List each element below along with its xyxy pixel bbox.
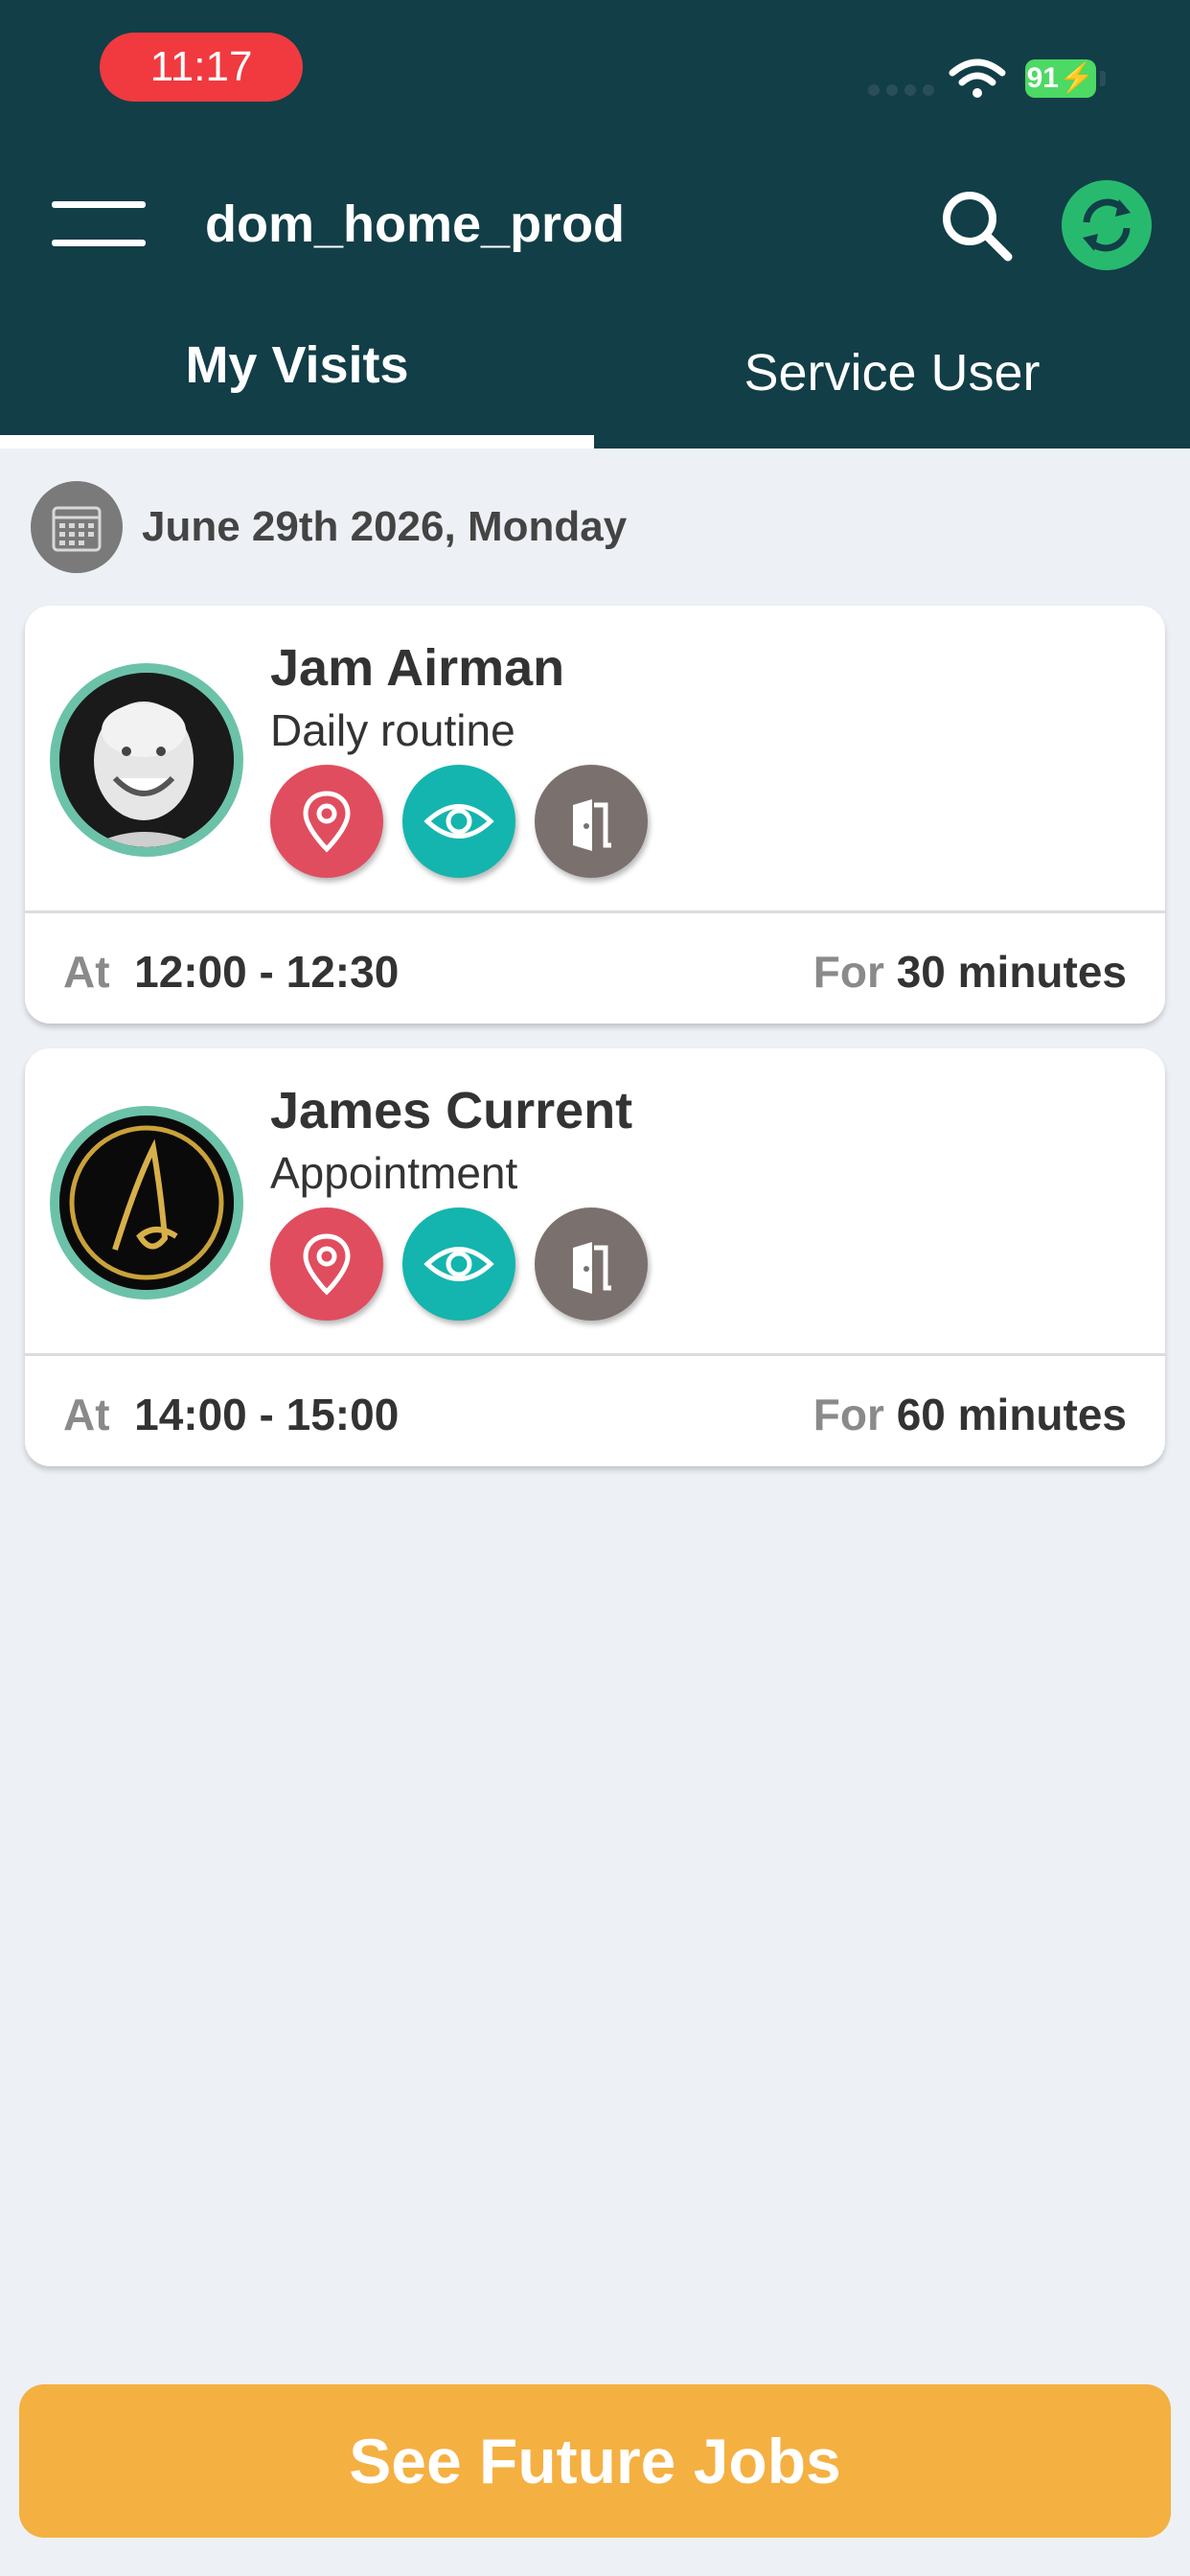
app-title: dom_home_prod — [205, 196, 626, 253]
visit-type: Appointment — [270, 1148, 518, 1198]
search-icon[interactable] — [935, 184, 1018, 266]
battery-icon: 91⚡ — [1025, 59, 1096, 98]
menu-icon[interactable] — [52, 196, 148, 253]
service-user-name: James Current — [270, 1082, 633, 1139]
duration: 60 minutes — [896, 1390, 1127, 1439]
card-divider — [25, 1353, 1165, 1356]
avatar — [50, 1106, 243, 1300]
active-tab-indicator — [0, 435, 594, 448]
signal-icon — [868, 84, 934, 96]
location-pin-icon[interactable] — [270, 1208, 383, 1321]
for-label: For — [812, 1390, 884, 1439]
tab-my-visits[interactable]: My Visits — [0, 316, 594, 448]
battery-tip — [1100, 71, 1106, 86]
battery-level: 91 — [1026, 62, 1059, 94]
duration: 30 minutes — [896, 947, 1127, 997]
avatar — [50, 663, 243, 857]
for-label: For — [812, 947, 884, 997]
location-pin-icon[interactable] — [270, 765, 383, 878]
date-label: June 29th 2026, Monday — [142, 503, 628, 550]
tab-service-user[interactable]: Service User — [594, 316, 1190, 448]
sync-icon[interactable] — [1062, 180, 1152, 270]
at-label: At — [63, 947, 110, 997]
app-header: 11:17 91⚡ dom_home_prod My Visits Servic… — [0, 0, 1190, 448]
visit-card[interactable]: Jam Airman Daily routine At 12:00 - 12:3… — [25, 606, 1165, 1024]
time-range: 14:00 - 15:00 — [134, 1390, 400, 1439]
calendar-icon — [31, 481, 123, 573]
eye-icon[interactable] — [402, 1208, 515, 1321]
see-future-jobs-button[interactable]: See Future Jobs — [19, 2384, 1171, 2538]
card-divider — [25, 910, 1165, 913]
at-label: At — [63, 1390, 110, 1439]
visit-time-row: At 14:00 - 15:00 For 60 minutes — [63, 1378, 1127, 1451]
visit-type: Daily routine — [270, 705, 515, 755]
door-icon[interactable] — [535, 1208, 648, 1321]
time-range: 12:00 - 12:30 — [134, 947, 400, 997]
door-icon[interactable] — [535, 765, 648, 878]
wifi-icon — [949, 58, 1006, 98]
eye-icon[interactable] — [402, 765, 515, 878]
service-user-name: Jam Airman — [270, 639, 565, 697]
status-time: 11:17 — [100, 33, 303, 102]
visit-card[interactable]: James Current Appointment At 14:00 - 15:… — [25, 1048, 1165, 1466]
visit-time-row: At 12:00 - 12:30 For 30 minutes — [63, 935, 1127, 1008]
